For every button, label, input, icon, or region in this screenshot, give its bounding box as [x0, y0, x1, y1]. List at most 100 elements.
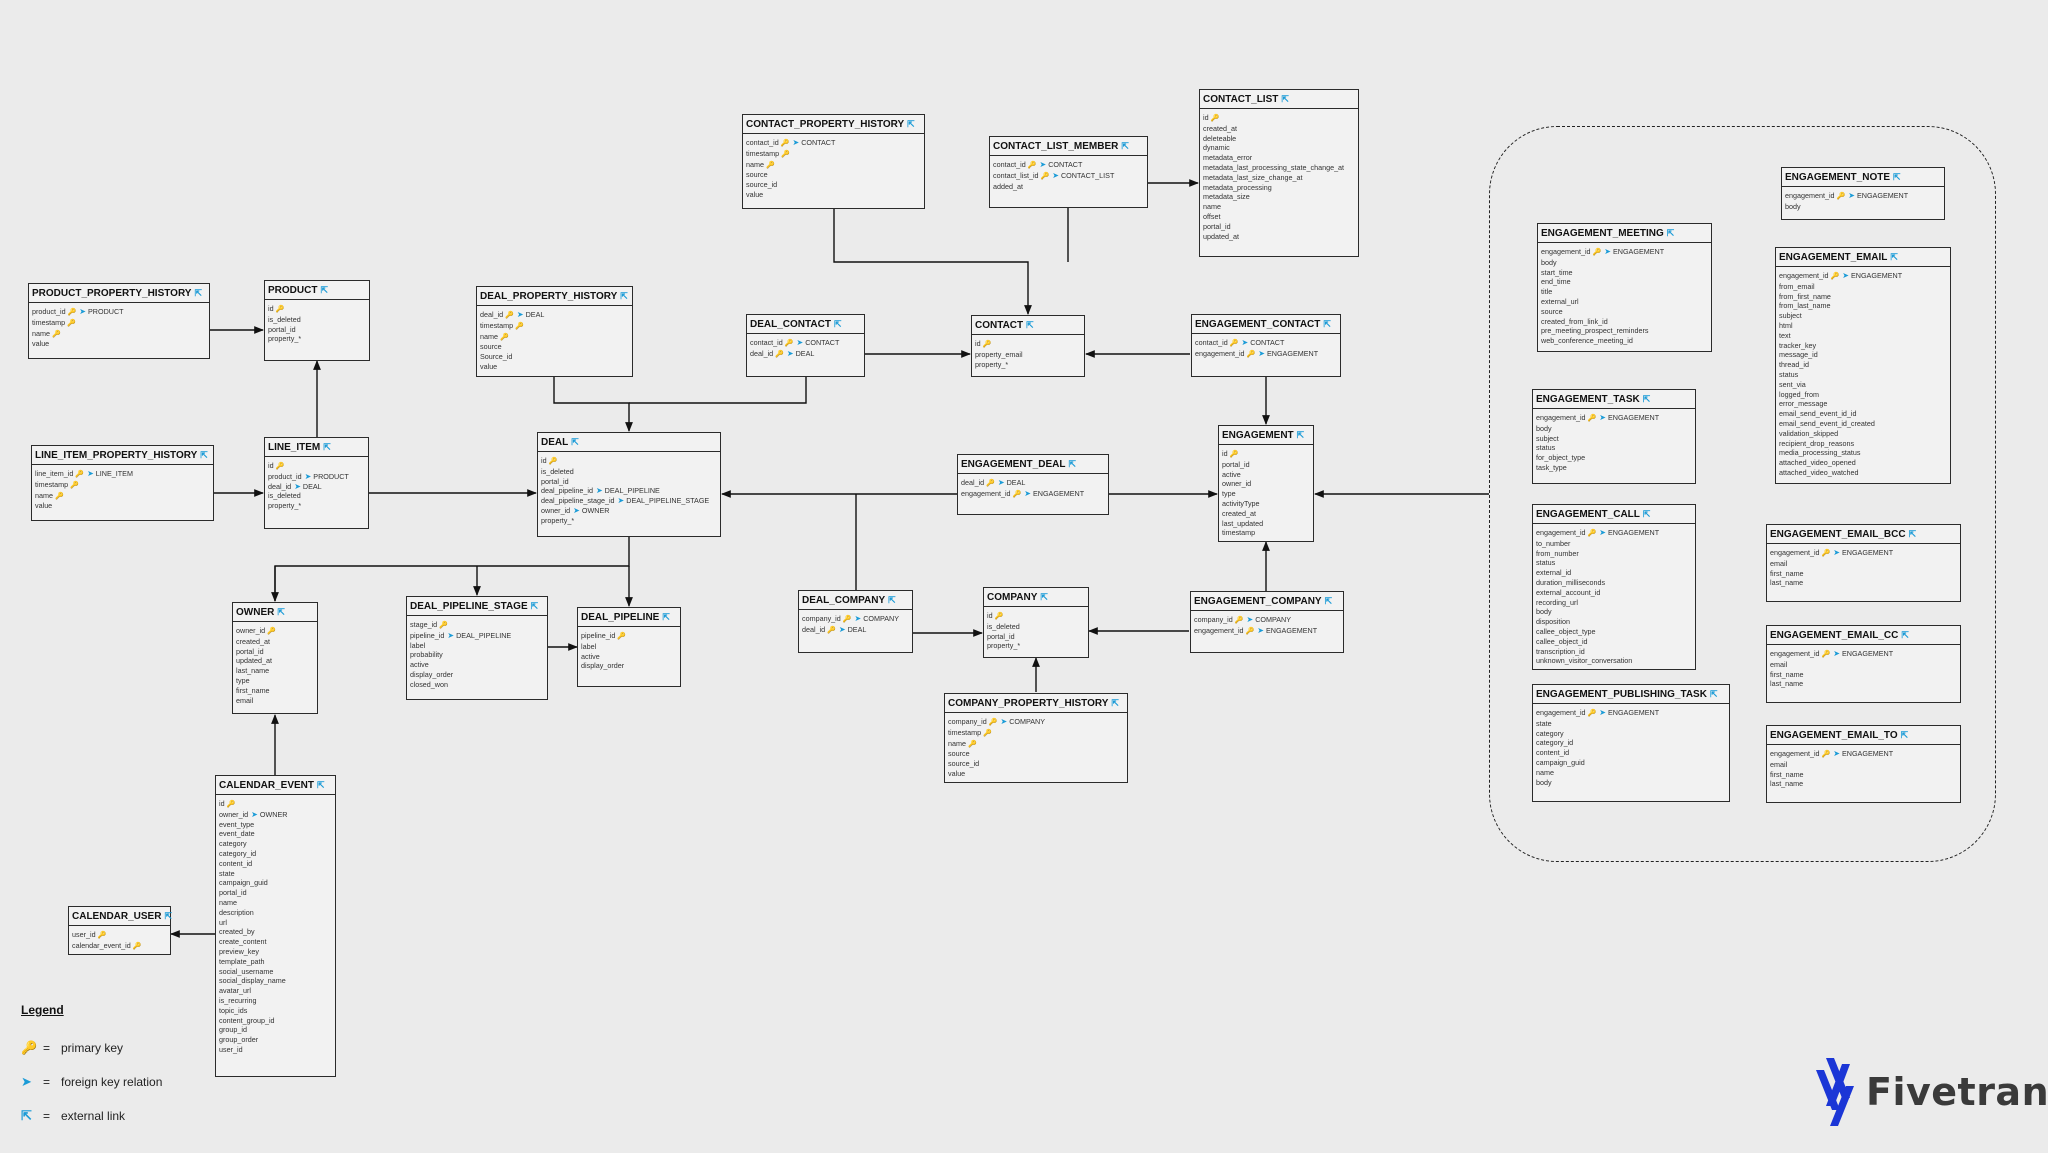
external-link-icon[interactable]: ⇱ — [164, 911, 172, 921]
external-link-icon[interactable]: ⇱ — [1909, 529, 1917, 539]
entity-fields: owner_id 🔑 created_at portal_id updated_at la… — [233, 622, 317, 707]
external-link-icon[interactable]: ⇱ — [277, 607, 285, 617]
field-row: event_type — [219, 820, 332, 830]
field-name: engagement_id — [1536, 413, 1586, 422]
field-row: source — [948, 749, 1124, 759]
external-link-icon[interactable]: ⇱ — [620, 291, 628, 301]
entity-title: CALENDAR_EVENT ⇱ — [216, 776, 335, 795]
foreign-key-arrow-icon: ➤ — [1833, 649, 1840, 658]
entity-name: ENGAGEMENT_PUBLISHING_TASK — [1536, 689, 1707, 700]
field-row: created_at — [1203, 124, 1355, 134]
entity-fields: engagement_id 🔑 ➤ ENGAGEMENT to_number from_n… — [1533, 524, 1695, 668]
field-row: dynamic — [1203, 143, 1355, 153]
field-name: content_id — [219, 858, 253, 868]
external-link-icon[interactable]: ⇱ — [1643, 394, 1651, 404]
field-row: first_name — [1770, 569, 1957, 579]
foreign-key-target: CONTACT_LIST — [1060, 170, 1115, 180]
external-link-icon[interactable]: ⇱ — [1111, 698, 1119, 708]
field-name: validation_skipped — [1779, 428, 1839, 438]
field-row: source_id — [746, 180, 921, 190]
field-name: name — [746, 159, 764, 169]
field-row: activityType — [1222, 499, 1310, 509]
external-link-icon[interactable]: ⇱ — [1068, 459, 1076, 469]
field-name: deal_id — [961, 478, 985, 487]
key-icon: 🔑 — [1592, 249, 1602, 256]
entity-fields: contact_id 🔑 ➤ CONTACT deal_id 🔑 ➤ DEAL — [747, 334, 864, 362]
external-link-icon[interactable]: ⇱ — [1040, 592, 1048, 602]
foreign-key-arrow-icon: ➤ — [595, 486, 603, 496]
external-link-icon[interactable]: ⇱ — [317, 780, 325, 790]
field-name: timestamp — [746, 148, 780, 158]
field-row: contact_id 🔑 ➤ CONTACT — [1195, 338, 1337, 349]
external-link-icon[interactable]: ⇱ — [907, 119, 915, 129]
field-name: added_at — [993, 181, 1023, 191]
entity-name: DEAL_CONTACT — [750, 319, 831, 330]
external-link-icon[interactable]: ⇱ — [1667, 228, 1675, 238]
key-icon: 🔑 — [515, 322, 524, 330]
field-name: id — [268, 461, 274, 470]
field-name: contact_id — [993, 160, 1026, 169]
field-name: engagement_id — [1785, 191, 1835, 200]
entity-name: ENGAGEMENT_NOTE — [1785, 172, 1891, 183]
external-link-icon[interactable]: ⇱ — [320, 285, 328, 295]
field-row: calendar_event_id 🔑 — [72, 941, 167, 952]
field-row: type — [1222, 489, 1310, 499]
external-link-icon[interactable]: ⇱ — [200, 450, 208, 460]
external-link-icon[interactable]: ⇱ — [888, 595, 896, 605]
field-name: line_item_id — [35, 469, 74, 478]
external-link-icon[interactable]: ⇱ — [1901, 730, 1909, 740]
external-link-icon[interactable]: ⇱ — [323, 442, 331, 452]
field-name: pipeline_id — [581, 631, 616, 640]
field-row: engagement_id 🔑 ➤ ENGAGEMENT — [1785, 191, 1941, 202]
field-name: end_time — [1541, 277, 1571, 287]
foreign-key-target: ENGAGEMENT — [1850, 271, 1903, 280]
field-name: updated_at — [1203, 231, 1239, 241]
entity-title: LINE_ITEM_PROPERTY_HISTORY ⇱ — [32, 446, 213, 465]
field-row: engagement_id 🔑 ➤ ENGAGEMENT — [1195, 349, 1337, 360]
field-row: is_deleted — [268, 315, 366, 325]
entity-fields: id 🔑 is_deleted portal_id property_* — [265, 300, 369, 346]
external-link-icon[interactable]: ⇱ — [1901, 630, 1909, 640]
entity-title: CONTACT_PROPERTY_HISTORY ⇱ — [743, 115, 924, 134]
field-name: offset — [1203, 211, 1221, 221]
field-row: validation_skipped — [1779, 429, 1947, 439]
field-name: engagement_id — [1770, 749, 1820, 758]
field-name: html — [1779, 320, 1793, 330]
field-row: to_number — [1536, 539, 1692, 549]
field-row: subject — [1779, 311, 1947, 321]
field-name: category — [219, 839, 247, 849]
entity-title: ENGAGEMENT_MEETING ⇱ — [1538, 224, 1711, 243]
external-link-icon[interactable]: ⇱ — [1121, 141, 1129, 151]
field-name: deal_id — [750, 348, 774, 358]
field-row: body — [1536, 424, 1692, 434]
field-row: social_display_name — [219, 976, 332, 986]
external-link-icon[interactable]: ⇱ — [1893, 172, 1901, 182]
field-name: contact_list_id — [993, 170, 1039, 180]
external-link-icon[interactable]: ⇱ — [662, 612, 670, 622]
external-link-icon[interactable]: ⇱ — [1710, 689, 1718, 699]
external-link-icon[interactable]: ⇱ — [1890, 252, 1898, 262]
external-link-icon[interactable]: ⇱ — [1281, 94, 1289, 104]
external-link-icon[interactable]: ⇱ — [1643, 509, 1651, 519]
field-row: start_time — [1541, 268, 1708, 278]
foreign-key-target: LINE_ITEM — [95, 469, 133, 478]
field-row: id 🔑 — [268, 304, 366, 315]
legend-equals: = — [43, 1075, 51, 1089]
entity-engagement-email-bcc: ENGAGEMENT_EMAIL_BCC ⇱ engagement_id 🔑 ➤ ENGA… — [1766, 524, 1961, 602]
external-link-icon[interactable]: ⇱ — [194, 288, 202, 298]
entity-company-property-history: COMPANY_PROPERTY_HISTORY ⇱ company_id 🔑 ➤ COM… — [944, 693, 1128, 783]
entity-fields: id 🔑 is_deleted portal_id deal_pipeline_id ➤ D… — [538, 452, 720, 528]
field-row: last_updated — [1222, 519, 1310, 529]
external-link-icon[interactable]: ⇱ — [834, 319, 842, 329]
external-link-icon[interactable]: ⇱ — [1323, 319, 1331, 329]
field-row: offset — [1203, 212, 1355, 222]
external-link-icon[interactable]: ⇱ — [1325, 596, 1333, 606]
field-row: callee_object_type — [1536, 627, 1692, 637]
entity-title: PRODUCT_PROPERTY_HISTORY ⇱ — [29, 284, 209, 303]
entity-name: LINE_ITEM — [268, 442, 321, 453]
external-link-icon[interactable]: ⇱ — [571, 437, 579, 447]
external-link-icon[interactable]: ⇱ — [1297, 430, 1305, 440]
external-link-icon[interactable]: ⇱ — [531, 601, 539, 611]
field-row: status — [1536, 558, 1692, 568]
external-link-icon[interactable]: ⇱ — [1026, 320, 1034, 330]
